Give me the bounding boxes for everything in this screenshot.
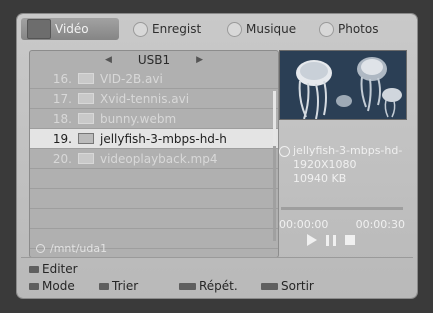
- file-info: jellyfish-3-mbps-hd- 1920X1080 10940 KB: [279, 144, 402, 186]
- tab-record-label: Enregist: [152, 22, 202, 36]
- edit-label: Editer: [42, 262, 78, 276]
- folder-icon: [36, 244, 45, 253]
- tab-bar: Vidéo Enregist Musique Photos: [21, 17, 413, 41]
- file-name: bunny.webm: [100, 111, 177, 126]
- red-key-icon: [29, 265, 39, 273]
- path-text: /mnt/uda1: [50, 242, 108, 255]
- tab-video[interactable]: Vidéo: [21, 18, 119, 40]
- exit-hint[interactable]: Sortir: [261, 279, 314, 293]
- playback-times: 00:00:00 00:00:30: [279, 218, 405, 231]
- tab-record[interactable]: Enregist: [133, 18, 213, 40]
- list-item[interactable]: 16. VID-2B.avi: [30, 69, 278, 89]
- chevron-left-icon[interactable]: ◀: [105, 55, 112, 65]
- record-icon: [133, 21, 148, 37]
- list-item[interactable]: 18. bunny.webm: [30, 109, 278, 129]
- mode-label: Mode: [42, 279, 75, 293]
- empty-row: [30, 169, 278, 189]
- sort-hint[interactable]: Trier: [99, 279, 138, 293]
- file-number: 19.: [52, 131, 72, 146]
- info-resolution: 1920X1080: [293, 158, 357, 171]
- info-size: 10940 KB: [293, 172, 347, 185]
- playback-controls: [307, 234, 355, 246]
- info-icon: [279, 145, 290, 157]
- tab-video-label: Vidéo: [55, 22, 89, 36]
- total-time: 00:00:30: [355, 218, 405, 231]
- file-number: 17.: [52, 91, 72, 106]
- tab-photos[interactable]: Photos: [319, 18, 389, 40]
- list-item-selected[interactable]: 19. jellyfish-3-mbps-hd-h: [30, 129, 278, 149]
- list-item[interactable]: 17. Xvid-tennis.avi: [30, 89, 278, 109]
- empty-row: [30, 209, 278, 229]
- current-time: 00:00:00: [279, 218, 329, 231]
- playback-progress-bar[interactable]: [281, 207, 403, 210]
- repeat-hint[interactable]: Répét.: [179, 279, 238, 293]
- scrollbar[interactable]: [273, 91, 276, 241]
- photo-icon: [319, 21, 334, 37]
- video-file-icon: [78, 113, 94, 124]
- tab-music[interactable]: Musique: [227, 18, 309, 40]
- tab-photos-label: Photos: [338, 22, 379, 36]
- info-filename: jellyfish-3-mbps-hd-: [293, 144, 403, 157]
- key-7-icon: [179, 282, 196, 290]
- stop-icon[interactable]: [345, 235, 355, 245]
- edit-hint[interactable]: Editer: [29, 262, 78, 276]
- green-key-icon: [29, 282, 39, 290]
- file-name: VID-2B.avi: [100, 71, 163, 86]
- video-file-icon: [78, 133, 94, 144]
- jellyfish-thumbnail: [280, 51, 406, 119]
- video-preview: [279, 50, 407, 120]
- video-file-icon: [78, 93, 94, 104]
- video-file-icon: [78, 153, 94, 164]
- file-list-panel: ◀ USB1 ▶ 16. VID-2B.avi 17. Xvid-tennis.…: [29, 50, 279, 258]
- file-number: 20.: [52, 151, 72, 166]
- mode-hint[interactable]: Mode: [29, 279, 75, 293]
- exit-label: Sortir: [281, 279, 314, 293]
- file-name: Xvid-tennis.avi: [100, 91, 190, 106]
- list-item[interactable]: 20. videoplayback.mp4: [30, 149, 278, 169]
- file-number: 18.: [52, 111, 72, 126]
- file-name: jellyfish-3-mbps-hd-h: [100, 131, 227, 146]
- media-browser-window: Vidéo Enregist Musique Photos ◀ USB1 ▶ 1…: [17, 14, 417, 298]
- file-list: 16. VID-2B.avi 17. Xvid-tennis.avi 18. b…: [30, 69, 278, 249]
- film-icon: [27, 19, 51, 39]
- tab-music-label: Musique: [246, 22, 297, 36]
- pause-icon[interactable]: [326, 234, 336, 246]
- chevron-right-icon[interactable]: ▶: [196, 55, 203, 65]
- music-icon: [227, 21, 242, 37]
- device-selector[interactable]: ◀ USB1 ▶: [30, 51, 278, 69]
- play-icon[interactable]: [307, 234, 317, 246]
- sort-label: Trier: [112, 279, 139, 293]
- scrollbar-thumb[interactable]: [273, 91, 276, 146]
- current-path: /mnt/uda1: [36, 242, 107, 255]
- empty-row: [30, 189, 278, 209]
- file-number: 16.: [52, 71, 72, 86]
- video-file-icon: [78, 73, 94, 84]
- exit-key-icon: [261, 282, 278, 290]
- key-6-icon: [99, 282, 109, 290]
- repeat-label: Répét.: [199, 279, 238, 293]
- file-name: videoplayback.mp4: [100, 151, 218, 166]
- device-label: USB1: [137, 53, 171, 67]
- key-hint-bar: Editer Mode Trier Répét. Sortir: [21, 257, 413, 296]
